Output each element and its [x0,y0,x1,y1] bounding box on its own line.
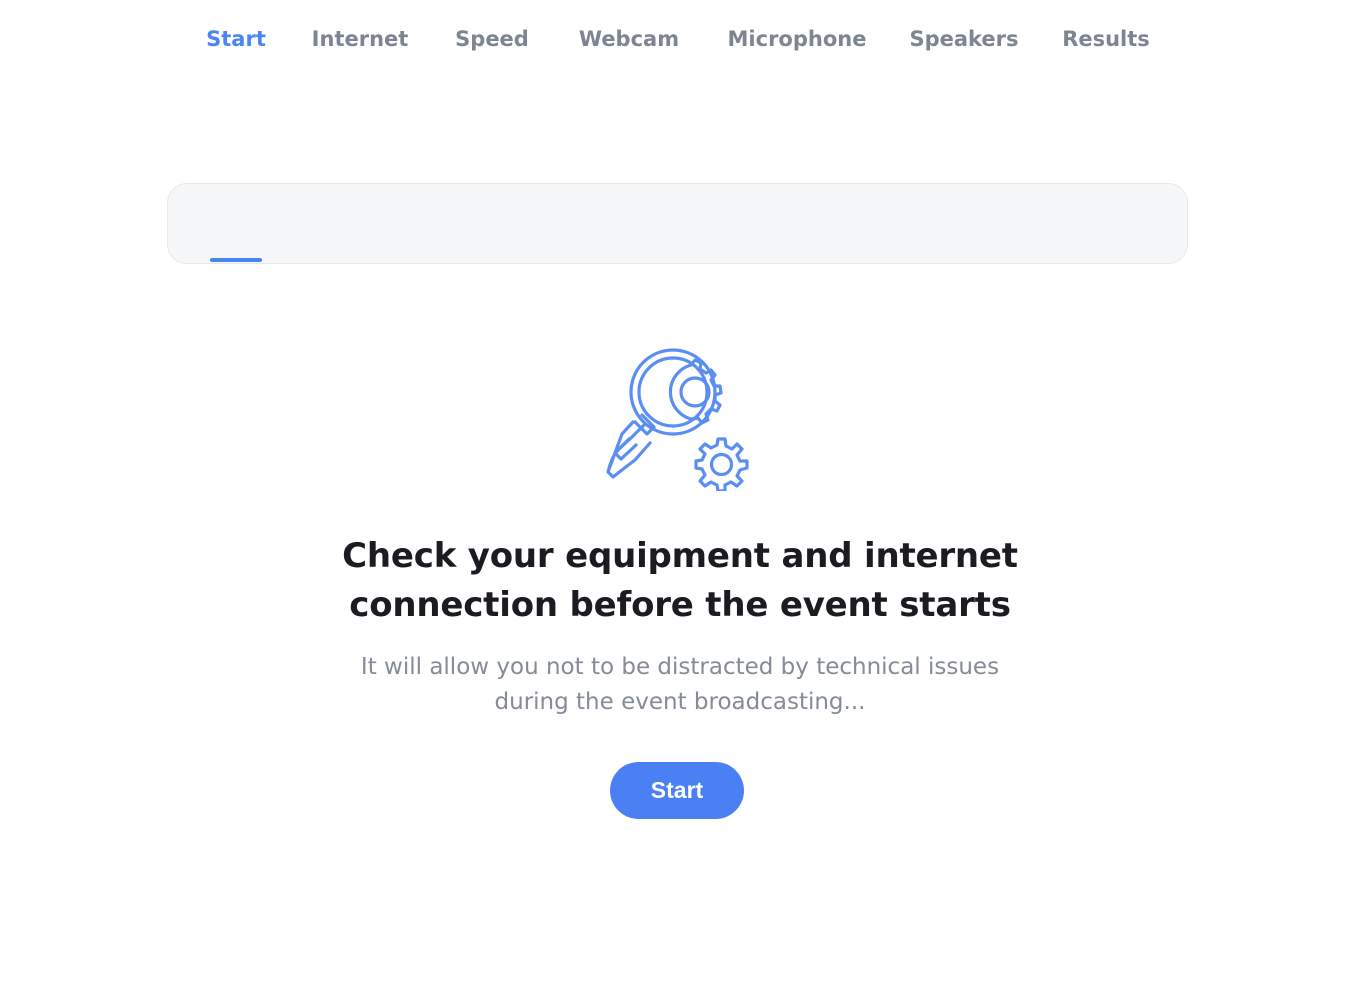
start-button[interactable]: Start [610,762,744,819]
tab-speed[interactable]: Speed [455,0,529,78]
page-title-line-1: Check your equipment and internet [342,536,1018,576]
magnifier-gears-icon [606,348,749,491]
page-title-line-2: connection before the event starts [349,585,1011,625]
active-tab-indicator [210,258,262,262]
tab-results[interactable]: Results [1062,0,1150,78]
page-title: Check your equipment and internet connec… [280,532,1080,630]
tab-start[interactable]: Start [206,0,266,78]
tab-bar [167,183,1188,264]
page-subtitle: It will allow you not to be distracted b… [280,650,1080,720]
tab-webcam[interactable]: Webcam [579,0,679,78]
tab-speakers[interactable]: Speakers [909,0,1018,78]
page-subtitle-line-1: It will allow you not to be distracted b… [360,654,1000,680]
page-subtitle-line-2: during the event broadcasting... [494,689,866,715]
tab-microphone[interactable]: Microphone [728,0,867,78]
tab-internet[interactable]: Internet [312,0,409,78]
